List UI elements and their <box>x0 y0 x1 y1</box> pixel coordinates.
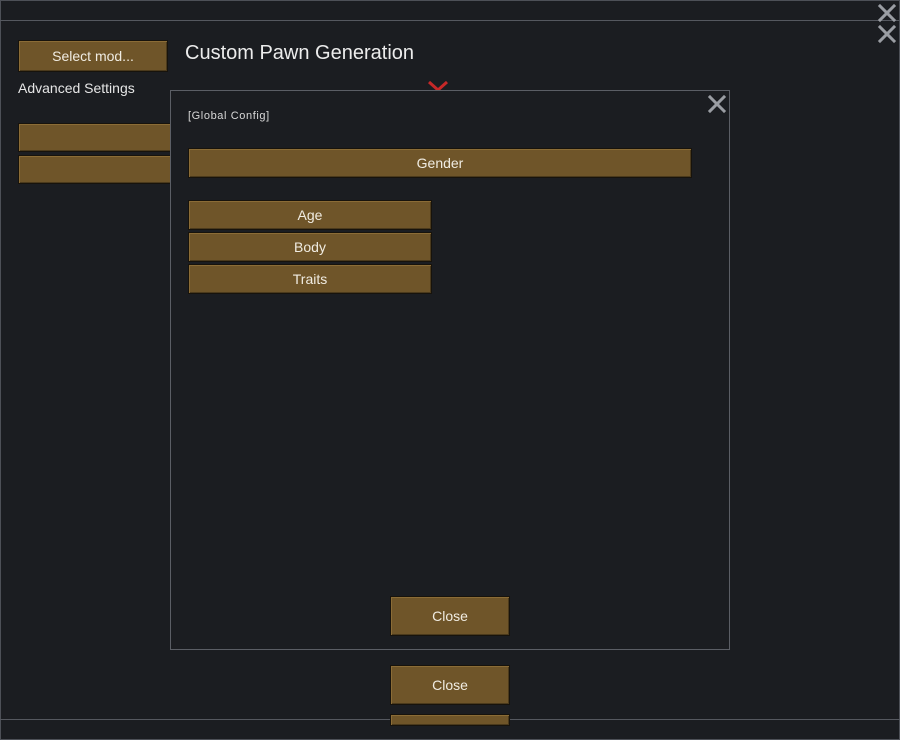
age-button[interactable]: Age <box>188 200 432 230</box>
body-button[interactable]: Body <box>188 232 432 262</box>
background-list-button[interactable] <box>18 123 178 152</box>
top-divider <box>0 20 900 21</box>
dialog-close-icon[interactable] <box>707 94 727 114</box>
dialog-close-button[interactable]: Close <box>390 596 510 636</box>
close-icon[interactable] <box>877 24 897 44</box>
global-config-dialog: [Global Config] Gender Age Body Traits C… <box>170 90 730 650</box>
traits-button[interactable]: Traits <box>188 264 432 294</box>
gender-button[interactable]: Gender <box>188 148 692 178</box>
background-list-button[interactable] <box>18 155 178 184</box>
close-button[interactable]: Close <box>390 665 510 705</box>
close-icon[interactable] <box>877 3 897 23</box>
select-mod-button[interactable]: Select mod... <box>18 40 168 72</box>
screen: Select mod... Custom Pawn Generation Adv… <box>0 0 900 740</box>
hidden-button[interactable] <box>390 714 510 726</box>
dialog-header-label: [Global Config] <box>188 110 270 122</box>
page-title: Custom Pawn Generation <box>185 42 415 64</box>
advanced-settings-label: Advanced Settings <box>18 80 135 96</box>
